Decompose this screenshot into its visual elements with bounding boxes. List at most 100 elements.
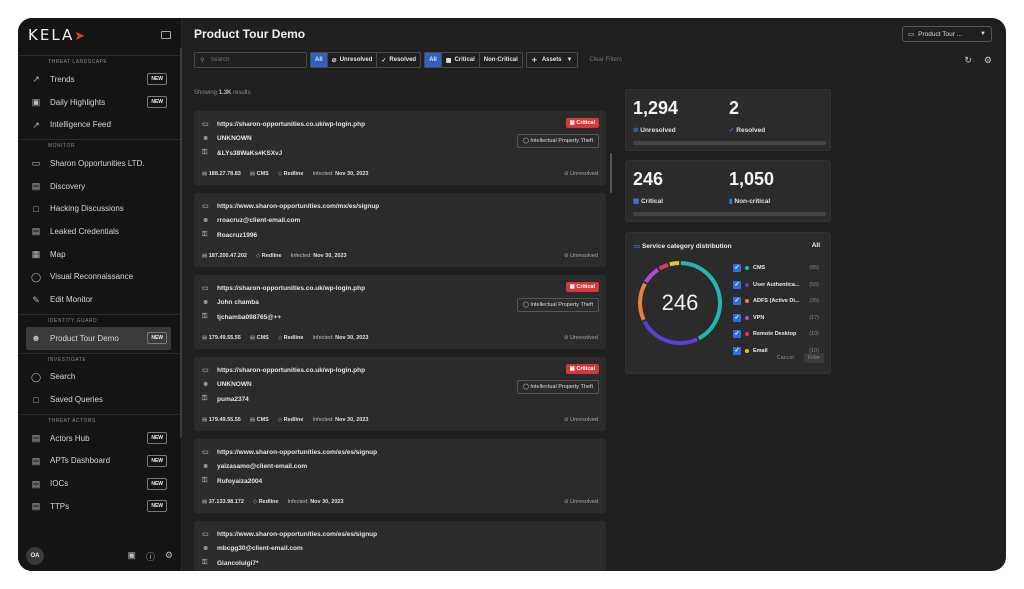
- card-password: tjchamba098765@++: [217, 313, 282, 321]
- sidebar-item-ttps[interactable]: ▤ TTPs NEW: [18, 495, 181, 518]
- unresolved-status[interactable]: ⊘ Unresolved: [564, 171, 598, 177]
- card-user: rroacruz@client-email.com: [217, 217, 301, 225]
- checkbox-checked-icon[interactable]: ✓: [733, 297, 741, 306]
- ip-theft-tag[interactable]: ◯ Intellectual Property Theft: [516, 298, 599, 312]
- checkbox-checked-icon[interactable]: ✓: [733, 330, 741, 339]
- checkbox-checked-icon[interactable]: ✓: [733, 280, 741, 289]
- ip-address: ▤ 179.49.55.55: [202, 335, 241, 341]
- unresolved-status[interactable]: ⊘ Unresolved: [564, 335, 598, 341]
- credential-card[interactable]: ▭ https://www.sharon-opportunities.com/es…: [194, 521, 606, 571]
- severity-filter: All ▦ Critical Non-Critical: [424, 52, 523, 68]
- sidebar-item-search[interactable]: ◯ Search: [18, 366, 181, 389]
- sidebar-item-edit-monitor[interactable]: ✎ Edit Monitor: [18, 288, 181, 311]
- sidebar-item-map[interactable]: ▦ Map: [18, 243, 181, 266]
- infected-date: Infected: Nov 30, 2023: [312, 171, 369, 177]
- new-badge: NEW: [147, 477, 167, 490]
- settings-icon[interactable]: ⚙: [984, 55, 992, 66]
- help-icon[interactable]: ⓘ: [146, 550, 155, 563]
- unresolved-status[interactable]: ⊘ Unresolved: [564, 417, 598, 423]
- collapse-sidebar-icon[interactable]: [161, 31, 171, 39]
- severity-all-option[interactable]: All: [425, 53, 442, 67]
- new-badge: NEW: [147, 73, 167, 86]
- search-field[interactable]: ⚲: [194, 52, 307, 68]
- kela-logo[interactable]: KELA➤: [28, 26, 87, 44]
- status-all-option[interactable]: All: [311, 53, 328, 67]
- legend-color-dot: [745, 282, 749, 287]
- legend-item[interactable]: ✓ Remote Desktop (10): [733, 326, 819, 343]
- status-resolved-option[interactable]: ✓ Resolved: [377, 53, 420, 67]
- sidebar-item-actors-hub[interactable]: ▤ Actors Hub NEW: [18, 427, 181, 450]
- unresolved-label: ⊘ Unresolved: [633, 127, 676, 134]
- filter-button[interactable]: Filter: [803, 353, 824, 363]
- sidebar-item-hacking-discussions[interactable]: □ Hacking Discussions: [18, 197, 181, 220]
- credential-card[interactable]: ▭ https://www.sharon-opportunities.com/mx…: [194, 193, 606, 267]
- refresh-icon[interactable]: ↻: [964, 55, 972, 66]
- sidebar-item-sharon[interactable]: ▭ Sharon Opportunities LTD.: [18, 152, 181, 175]
- donut-segment[interactable]: [669, 261, 680, 267]
- sidebar-item-apts[interactable]: ▤ APTs Dashboard NEW: [18, 450, 181, 473]
- donut-segment[interactable]: [642, 320, 699, 345]
- gear-icon[interactable]: ⚙: [165, 550, 173, 563]
- avatar[interactable]: OA: [26, 547, 44, 565]
- sidebar-item-intelligence-feed[interactable]: ↗ Intelligence Feed: [18, 113, 181, 136]
- sidebar-item-trends[interactable]: ↗ Trends NEW: [18, 68, 181, 91]
- card-meta: ▤ 179.49.55.55 ▤ CMS ◇ Redline Infected: No…: [202, 417, 368, 423]
- malware-tag: ◇ Redline: [277, 171, 304, 177]
- status-unresolved-option[interactable]: ⊘ Unresolved: [328, 53, 378, 67]
- search-input[interactable]: [210, 57, 291, 63]
- legend-count: (95): [809, 265, 819, 272]
- donut-segment[interactable]: [658, 262, 669, 271]
- ip-theft-tag[interactable]: ◯ Intellectual Property Theft: [516, 134, 599, 148]
- legend-color-dot: [745, 315, 749, 320]
- credential-card[interactable]: ▭ https://www.sharon-opportunities.com/es…: [194, 439, 606, 513]
- credentials-icon: ▤: [31, 226, 41, 237]
- checkbox-checked-icon[interactable]: ✓: [733, 346, 741, 355]
- unresolved-status[interactable]: ⊘ Unresolved: [564, 253, 598, 259]
- sidebar-item-iocs[interactable]: ▤ IOCs NEW: [18, 472, 181, 495]
- sidebar-item-leaked-credentials[interactable]: ▤ Leaked Credentials: [18, 220, 181, 243]
- sidebar-item-visual-recon[interactable]: ◯ Visual Reconnaissance: [18, 266, 181, 289]
- bookmark-icon: □: [33, 394, 39, 405]
- monitor-icon: ▭: [31, 158, 41, 169]
- demo-select-dropdown[interactable]: ▭ Product Tour ... ▼: [902, 26, 992, 42]
- ip-theft-tag[interactable]: ◯ Intellectual Property Theft: [516, 380, 599, 394]
- section-investigate: INVESTIGATE: [18, 352, 181, 366]
- credential-card[interactable]: ▭ https://sharon-opportunities.co.uk/wp-l…: [194, 275, 606, 349]
- ip-address: ▤ 188.27.78.83: [202, 171, 241, 177]
- legend-item[interactable]: ✓ ADFS (Active Di... (35): [733, 293, 819, 310]
- key-icon: ⚿: [202, 477, 208, 485]
- list-scrollbar[interactable]: [610, 153, 612, 193]
- legend-item[interactable]: ✓ CMS (95): [733, 260, 819, 277]
- card-meta: ▤ 179.49.55.55 ▤ CMS ◇ Redline Infected: No…: [202, 335, 368, 341]
- pencil-icon: ✎: [32, 294, 40, 305]
- sidebar-item-discovery[interactable]: ▤ Discovery: [18, 175, 181, 198]
- sidebar-item-saved-queries[interactable]: □ Saved Queries: [18, 388, 181, 411]
- severity-critical-option[interactable]: ▦ Critical: [442, 53, 480, 67]
- credential-card[interactable]: ▭ https://sharon-opportunities.co.uk/wp-l…: [194, 357, 606, 431]
- cancel-button[interactable]: Cancel: [773, 353, 798, 363]
- sidebar-item-daily-highlights[interactable]: ▣ Daily Highlights NEW: [18, 91, 181, 114]
- cms-tag: ▤ CMS: [249, 171, 269, 177]
- legend-label: Email: [753, 347, 768, 354]
- donut-segment[interactable]: [638, 282, 647, 321]
- legend-item[interactable]: ✓ User Authentica... (56): [733, 277, 819, 294]
- clear-filters-button[interactable]: Clear Filters: [589, 57, 621, 63]
- card-user: UNKNOWN: [217, 381, 252, 389]
- card-password: Roacruz1996: [217, 231, 258, 239]
- sidebar-item-product-tour[interactable]: ☻ Product Tour Demo NEW: [26, 326, 171, 350]
- credential-card[interactable]: ▭ https://sharon-opportunities.co.uk/wp-l…: [194, 111, 606, 185]
- checkbox-checked-icon[interactable]: ✓: [733, 313, 741, 322]
- user-icon: ☻: [202, 381, 210, 389]
- donut-segment[interactable]: [644, 267, 660, 284]
- checkbox-checked-icon[interactable]: ✓: [733, 264, 741, 273]
- critical-badge: ▦ Critical: [565, 364, 599, 374]
- feed-icon: ↗: [32, 119, 40, 130]
- severity-noncritical-option[interactable]: Non-Critical: [480, 53, 522, 67]
- new-badge: NEW: [147, 332, 167, 345]
- assets-dropdown[interactable]: ✛ Assets ▼: [525, 52, 579, 68]
- distribution-all-toggle[interactable]: All: [812, 242, 820, 249]
- legend-item[interactable]: ✓ VPN (17): [733, 310, 819, 327]
- severity-bar: [633, 212, 826, 216]
- gift-icon[interactable]: ▣: [127, 550, 136, 563]
- unresolved-status[interactable]: ⊘ Unresolved: [564, 499, 598, 505]
